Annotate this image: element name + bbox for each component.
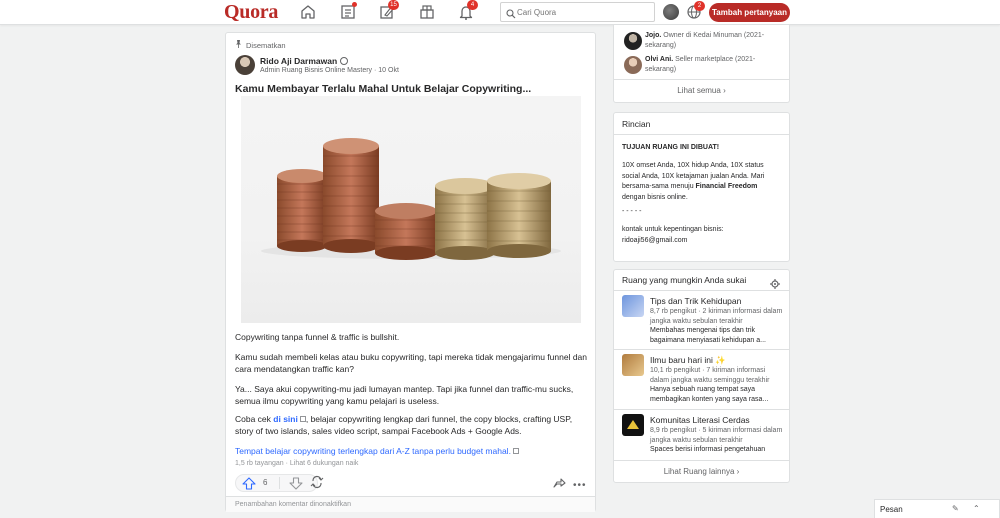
member-desc: Owner di Kedai Minuman (2021-sekarang)	[645, 32, 765, 49]
promo-link[interactable]: Tempat belajar copywriting terlengkap da…	[235, 445, 591, 457]
following-icon[interactable]	[339, 2, 357, 21]
author-name-text[interactable]: Rido Aji Darmawan	[260, 56, 337, 66]
post-card: Disematkan Rido Aji Darmawan Admin Ruang…	[225, 32, 596, 512]
external-link-icon	[512, 448, 519, 454]
add-question-button[interactable]: Tambah pertanyaan	[709, 3, 790, 22]
spaces-icon[interactable]	[418, 3, 436, 21]
upvote-count: 6	[263, 478, 268, 487]
language-badge: 2	[694, 1, 705, 11]
answer-icon[interactable]: 15	[378, 0, 399, 21]
post-title[interactable]: Kamu Membayar Terlalu Mahal Untuk Belaja…	[235, 83, 531, 95]
details-contact: kontak untuk kepentingan bisnis: ridoaji…	[622, 226, 724, 244]
divider	[614, 290, 789, 291]
space-desc: Spaces berisi informasi pengetahuan	[650, 446, 766, 453]
compose-icon[interactable]: ✎	[952, 504, 959, 513]
gear-icon[interactable]	[770, 276, 780, 294]
details-body-post: dengan bisnis online.	[622, 193, 688, 201]
vote-divider	[279, 477, 280, 489]
reshare-icon[interactable]	[310, 475, 324, 494]
expand-icon[interactable]: ⌃	[973, 504, 980, 513]
see-all-members-link[interactable]: Lihat semua ›	[614, 86, 789, 95]
details-body: 10X omset Anda, 10X hidup Anda, 10X stat…	[622, 161, 782, 203]
answer-badge: 15	[388, 0, 399, 10]
more-options-icon[interactable]: •••	[573, 480, 587, 491]
post-paragraph-1: Copywriting tanpa funnel & traffic is bu…	[235, 332, 400, 342]
divider	[614, 349, 789, 350]
space-stats: 10,1 rb pengikut · 7 kiriman informasi d…	[650, 367, 770, 384]
space-stats: 8,9 rb pengikut · 5 kiriman informasi da…	[650, 427, 783, 444]
space-title[interactable]: Komunitas Literasi Cerdas	[650, 415, 750, 425]
see-all-text[interactable]: Lihat semua	[677, 86, 721, 95]
following-dot	[352, 2, 357, 7]
divider	[614, 134, 789, 135]
top-navbar: Quora 15 4 2 Tambah pertanyaan	[0, 0, 1000, 25]
home-icon[interactable]	[299, 3, 317, 21]
author-name[interactable]: Rido Aji Darmawan	[260, 56, 349, 66]
bell-icon[interactable]: 4	[457, 0, 478, 21]
post-paragraph-2: Kamu sudah membeli kelas atau buku copyw…	[235, 352, 587, 374]
messages-label[interactable]: Pesan	[880, 505, 903, 514]
comments-disabled-note: Penambahan komentar dinonaktifkan	[226, 496, 595, 512]
vote-controls: 6	[235, 474, 318, 492]
details-dashes: - - - - -	[622, 208, 642, 215]
upvote-icon[interactable]	[242, 477, 256, 495]
space-desc: Hanya sebuah ruang tempat saya membagika…	[650, 386, 769, 403]
more-spaces-link[interactable]: Lihat Ruang lainnya ›	[614, 467, 789, 476]
quora-logo[interactable]: Quora	[224, 1, 278, 24]
p4-pre: Coba cek	[235, 414, 274, 424]
language-icon[interactable]: 2	[686, 1, 705, 20]
search-icon	[506, 6, 516, 24]
pin-icon	[235, 40, 242, 50]
notifications-badge: 4	[467, 0, 478, 10]
space-avatar[interactable]	[622, 414, 644, 436]
space-title[interactable]: Tips dan Trik Kehidupan	[650, 296, 741, 306]
di-sini-link[interactable]: di sini	[273, 414, 298, 424]
pinned-text: Disematkan	[246, 41, 286, 50]
messages-controls: ✎ ⌃	[952, 504, 980, 513]
details-body-bold: Financial Freedom	[695, 183, 758, 190]
search-box[interactable]	[500, 2, 655, 22]
space-stats: 8,7 rb pengikut · 2 kiriman informasi da…	[650, 308, 783, 325]
search-input[interactable]	[517, 4, 652, 20]
member-avatar[interactable]	[624, 56, 642, 74]
space-avatar[interactable]	[622, 354, 644, 376]
user-avatar[interactable]	[663, 4, 679, 20]
member-item[interactable]: Olvi Ani. Seller marketplace (2021-sekar…	[645, 55, 785, 75]
details-heading: Rincian	[622, 119, 651, 129]
details-card: Rincian TUJUAN RUANG INI DIBUAT! 10X oms…	[613, 112, 790, 262]
divider	[614, 409, 789, 410]
coins-image[interactable]	[241, 96, 581, 323]
promo-link-text[interactable]: Tempat belajar copywriting terlengkap da…	[235, 446, 511, 456]
verified-icon	[340, 57, 349, 65]
space-avatar[interactable]	[622, 295, 644, 317]
author-avatar[interactable]	[235, 55, 255, 75]
divider	[614, 460, 789, 461]
member-name[interactable]: Olvi Ani.	[645, 56, 673, 63]
pinned-label: Disematkan	[235, 40, 286, 50]
messages-dock[interactable]: Pesan ✎ ⌃	[874, 499, 1000, 518]
more-spaces-text[interactable]: Lihat Ruang lainnya	[664, 467, 735, 476]
share-icon[interactable]	[552, 475, 566, 494]
space-desc: Membahas mengenai tips dan trik bagaiman…	[650, 327, 766, 344]
author-meta: Admin Ruang Bisnis Online Mastery · 10 O…	[260, 67, 399, 74]
downvote-icon[interactable]	[289, 477, 303, 495]
member-name[interactable]: Jojo.	[645, 32, 661, 39]
suggested-spaces-card: Ruang yang mungkin Anda sukai Tips dan T…	[613, 269, 790, 483]
details-purpose: TUJUAN RUANG INI DIBUAT!	[622, 144, 720, 151]
post-stats[interactable]: 1,5 rb tayangan · Lihat 6 dukungan naik	[235, 460, 358, 467]
members-card: Jojo. Owner di Kedai Minuman (2021-sekar…	[613, 25, 790, 103]
post-paragraph-3: Ya... Saya akui copywriting-mu jadi luma…	[235, 384, 574, 406]
member-item[interactable]: Jojo. Owner di Kedai Minuman (2021-sekar…	[645, 31, 785, 51]
divider	[614, 79, 789, 80]
space-title[interactable]: Ilmu baru hari ini ✨	[650, 355, 726, 366]
member-avatar[interactable]	[624, 32, 642, 50]
post-paragraph-4: Coba cek di sini, belajar copywriting le…	[235, 413, 591, 437]
spaces-heading: Ruang yang mungkin Anda sukai	[622, 275, 747, 285]
